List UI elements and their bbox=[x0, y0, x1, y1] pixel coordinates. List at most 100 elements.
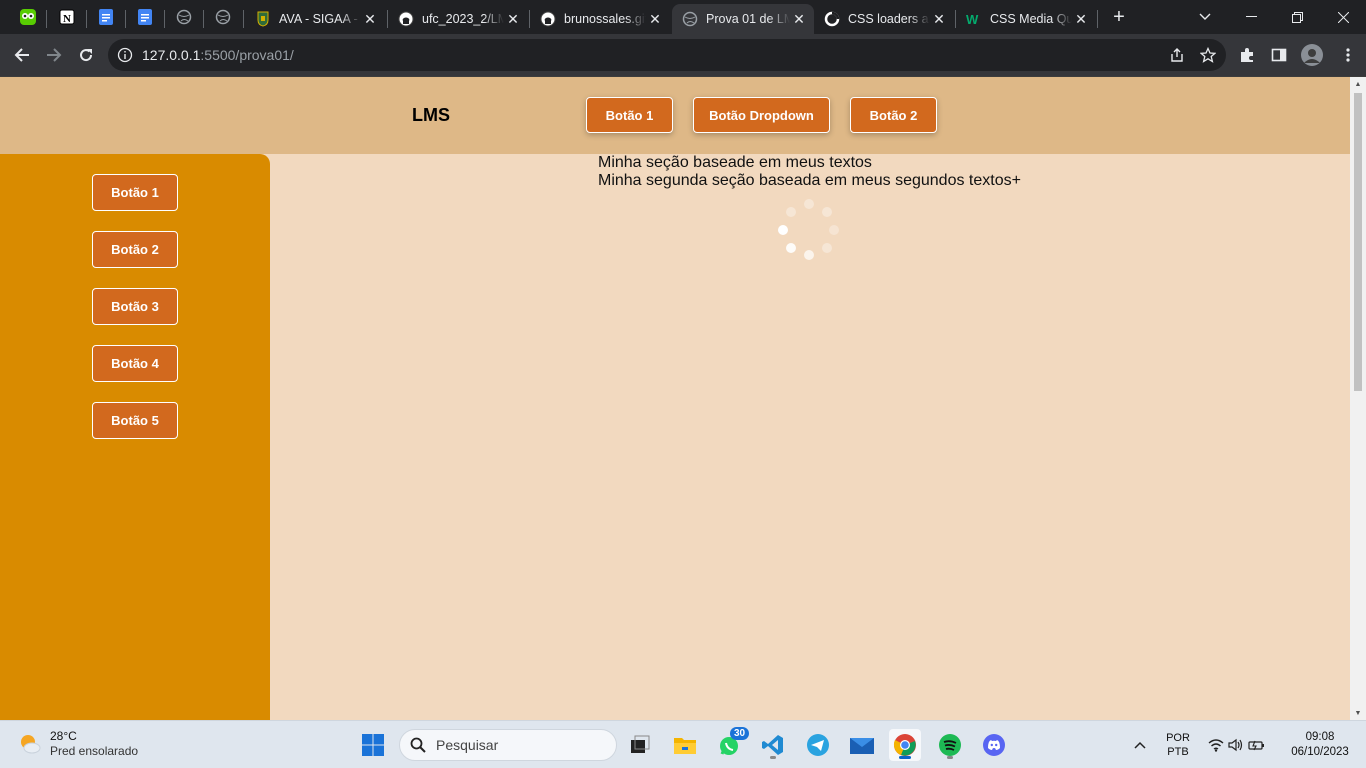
site-logo: LMS bbox=[412, 105, 450, 125]
profile-avatar[interactable] bbox=[1297, 40, 1327, 70]
tab-title: CSS loaders and bbox=[848, 12, 930, 26]
scroll-up-arrow-icon[interactable]: ▲ bbox=[1350, 77, 1366, 91]
task-view-button[interactable] bbox=[624, 729, 656, 761]
globe-icon bbox=[176, 9, 192, 25]
wifi-icon bbox=[1208, 739, 1224, 752]
discord-icon bbox=[983, 734, 1005, 756]
pinned-tab-globe-2[interactable] bbox=[212, 6, 234, 28]
battery-charging-icon bbox=[1248, 740, 1264, 751]
folder-icon bbox=[674, 738, 696, 754]
bookmark-star-icon[interactable] bbox=[1197, 44, 1219, 66]
tab-ufc-repo[interactable]: ufc_2023_2/LMS ✕ bbox=[388, 4, 528, 34]
scroll-down-arrow-icon[interactable]: ▼ bbox=[1350, 706, 1366, 720]
vscode-button[interactable] bbox=[757, 729, 789, 761]
sidebar-button-2[interactable]: Botão 2 bbox=[92, 231, 178, 268]
start-button[interactable] bbox=[357, 729, 389, 761]
header-button-2[interactable]: Botão 2 bbox=[850, 97, 937, 133]
windows-logo-icon bbox=[362, 734, 384, 756]
lang-top: POR bbox=[1166, 732, 1190, 744]
kebab-menu-icon bbox=[1346, 48, 1350, 62]
tab-title: brunossales.github bbox=[564, 12, 646, 26]
page-scrollbar[interactable]: ▲ ▼ bbox=[1350, 77, 1366, 720]
mail-icon bbox=[850, 738, 874, 754]
close-tab-icon[interactable]: ✕ bbox=[504, 10, 522, 28]
sidebar: Botão 1 Botão 2 Botão 3 Botão 4 Botão 5 bbox=[0, 154, 270, 720]
pinned-tab-notion[interactable]: N bbox=[56, 6, 78, 28]
tab-prova-01[interactable]: Prova 01 de LMS ✕ bbox=[672, 4, 814, 34]
close-window-button[interactable] bbox=[1320, 0, 1366, 34]
url-path: :5500/prova01/ bbox=[200, 47, 294, 63]
chevron-up-icon bbox=[1134, 741, 1146, 749]
share-icon[interactable] bbox=[1166, 44, 1188, 66]
mail-button[interactable] bbox=[846, 729, 878, 761]
clock-date: 06/10/2023 bbox=[1291, 746, 1349, 758]
show-hidden-icons-button[interactable] bbox=[1124, 729, 1156, 761]
pinned-tab-docs-1[interactable] bbox=[95, 6, 117, 28]
search-icon bbox=[410, 737, 426, 753]
running-indicator bbox=[899, 756, 911, 759]
browser-toolbar: 127.0.0.1:5500/prova01/ bbox=[0, 34, 1366, 77]
site-header: LMS Botão 1 Botão Dropdown Botão 2 bbox=[0, 77, 1350, 154]
restore-button[interactable] bbox=[1274, 0, 1320, 34]
tab-brunossales[interactable]: brunossales.github ✕ bbox=[530, 4, 670, 34]
spotify-button[interactable] bbox=[934, 729, 966, 761]
forward-button[interactable] bbox=[39, 40, 69, 70]
svg-text:W: W bbox=[966, 12, 979, 27]
tab-title: Prova 01 de LMS bbox=[706, 12, 790, 26]
pinned-tab-docs-2[interactable] bbox=[134, 6, 156, 28]
spotify-icon bbox=[939, 734, 961, 756]
header-dropdown-button[interactable]: Botão Dropdown bbox=[693, 97, 830, 133]
partly-sunny-icon bbox=[21, 735, 41, 754]
telegram-icon bbox=[807, 734, 829, 756]
volume-icon bbox=[1228, 738, 1243, 752]
forward-arrow-icon bbox=[47, 48, 62, 62]
taskbar-search[interactable]: Pesquisar bbox=[399, 729, 617, 761]
whatsapp-button[interactable]: 30 bbox=[714, 727, 750, 761]
tab-css-loaders[interactable]: CSS loaders and ✕ bbox=[814, 4, 954, 34]
telegram-button[interactable] bbox=[802, 729, 834, 761]
weather-temp: 28°C bbox=[50, 729, 77, 743]
reload-button[interactable] bbox=[71, 40, 101, 70]
sidebar-button-5[interactable]: Botão 5 bbox=[92, 402, 178, 439]
sidebar-button-4[interactable]: Botão 4 bbox=[92, 345, 178, 382]
close-tab-icon[interactable]: ✕ bbox=[646, 10, 664, 28]
close-tab-icon[interactable]: ✕ bbox=[1072, 10, 1090, 28]
scrollbar-thumb[interactable] bbox=[1354, 93, 1362, 391]
close-tab-icon[interactable]: ✕ bbox=[930, 10, 948, 28]
chrome-icon bbox=[893, 734, 916, 756]
close-tab-icon[interactable]: ✕ bbox=[361, 10, 379, 28]
site-info-icon[interactable] bbox=[108, 39, 142, 71]
file-explorer-button[interactable] bbox=[669, 729, 701, 761]
google-docs-icon bbox=[99, 9, 113, 25]
whatsapp-badge: 30 bbox=[730, 727, 750, 740]
side-panel-button[interactable] bbox=[1264, 40, 1294, 70]
sidebar-button-3[interactable]: Botão 3 bbox=[92, 288, 178, 325]
windows-taskbar: 28°C Pred ensolarado Pesquisar 30 POR PT… bbox=[0, 720, 1366, 768]
back-button[interactable] bbox=[7, 40, 37, 70]
pinned-tab-globe-1[interactable] bbox=[173, 6, 195, 28]
pinned-tab-duolingo[interactable] bbox=[17, 6, 39, 28]
chrome-button[interactable] bbox=[889, 729, 921, 761]
running-indicator bbox=[770, 756, 776, 759]
tab-search-icon[interactable] bbox=[1182, 0, 1228, 34]
avatar-icon bbox=[1301, 44, 1323, 66]
sidebar-button-1[interactable]: Botão 1 bbox=[92, 174, 178, 211]
clock[interactable]: 09:08 06/10/2023 bbox=[1282, 730, 1358, 760]
tab-title: CSS Media Queries bbox=[990, 12, 1072, 26]
minimize-button[interactable] bbox=[1228, 0, 1274, 34]
main-content: Minha seção baseade em meus textos Minha… bbox=[598, 154, 1021, 190]
discord-button[interactable] bbox=[978, 729, 1010, 761]
extensions-button[interactable] bbox=[1232, 40, 1262, 70]
tab-css-media-queries[interactable]: W CSS Media Queries ✕ bbox=[956, 4, 1096, 34]
globe-icon bbox=[682, 11, 698, 27]
address-bar[interactable]: 127.0.0.1:5500/prova01/ bbox=[108, 39, 1226, 71]
header-button-1[interactable]: Botão 1 bbox=[586, 97, 673, 133]
close-tab-icon[interactable]: ✕ bbox=[790, 10, 808, 28]
new-tab-button[interactable]: + bbox=[1096, 0, 1142, 34]
chrome-menu-button[interactable] bbox=[1333, 40, 1363, 70]
tab-ava-sigaa[interactable]: AVA - SIGAA - ✕ bbox=[245, 4, 385, 34]
url-text: 127.0.0.1:5500/prova01/ bbox=[142, 47, 294, 63]
system-tray[interactable] bbox=[1204, 729, 1270, 761]
weather-widget[interactable]: 28°C Pred ensolarado bbox=[18, 729, 138, 759]
language-indicator[interactable]: POR PTB bbox=[1162, 731, 1194, 759]
